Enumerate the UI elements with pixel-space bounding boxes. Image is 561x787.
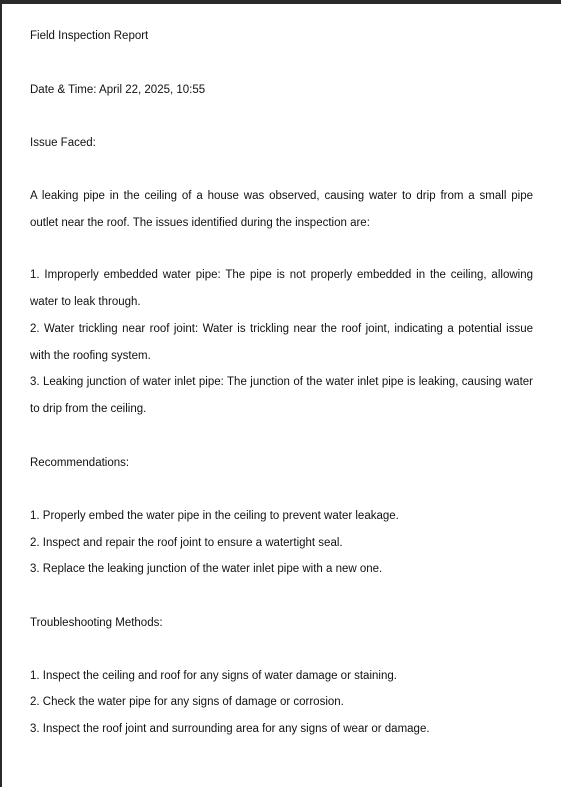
troubleshooting-item: 3. Inspect the roof joint and surroundin…: [30, 723, 430, 735]
issue-item: 2. Water trickling near roof joint: Wate…: [30, 323, 533, 362]
document-page: Field Inspection Report Date & Time: Apr…: [2, 4, 561, 787]
document-title: Field Inspection Report: [30, 30, 149, 42]
recommendation-item: 1. Properly embed the water pipe in the …: [30, 510, 399, 522]
troubleshooting-heading: Troubleshooting Methods:: [30, 617, 163, 629]
recommendation-item: 2. Inspect and repair the roof joint to …: [30, 537, 343, 549]
recommendations-heading: Recommendations:: [30, 457, 130, 469]
issue-item: 3. Leaking junction of water inlet pipe:…: [30, 376, 533, 415]
recommendation-item: 3. Replace the leaking junction of the w…: [30, 563, 383, 575]
date-time: Date & Time: April 22, 2025, 10:55: [30, 84, 206, 96]
troubleshooting-item: 1. Inspect the ceiling and roof for any …: [30, 670, 397, 682]
troubleshooting-item: 2. Check the water pipe for any signs of…: [30, 696, 344, 708]
issue-intro: A leaking pipe in the ceiling of a house…: [30, 190, 533, 229]
issue-item: 1. Improperly embedded water pipe: The p…: [30, 269, 533, 308]
issue-heading: Issue Faced:: [30, 137, 96, 149]
